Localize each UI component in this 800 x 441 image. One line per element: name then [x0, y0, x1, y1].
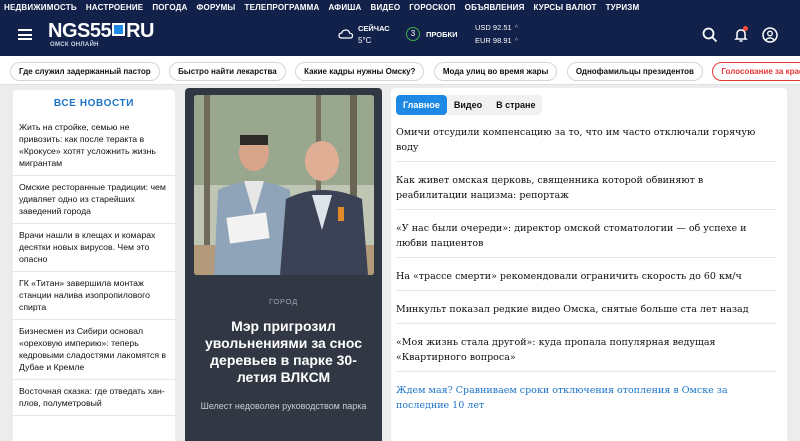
top-nav-item[interactable]: ПОГОДА [152, 3, 187, 12]
news-item[interactable]: Восточная сказка: где отведать хан-плов,… [13, 380, 175, 416]
tag-chip[interactable]: Какие кадры нужны Омску? [295, 62, 425, 81]
tag-chip-vote[interactable]: Голосование за красавиц Омска [712, 62, 800, 81]
currency-rates[interactable]: USD 92.51 ^ EUR 98.91 ^ [475, 22, 518, 48]
logo-text: NGS55 [48, 20, 112, 42]
featured-subtitle: Шелест недоволен руководством парка [200, 401, 367, 411]
top-nav-item[interactable]: ТУРИЗМ [606, 3, 640, 12]
top-nav-item[interactable]: ОБЪЯВЛЕНИЯ [465, 3, 525, 12]
featured-story[interactable]: ГОРОД Мэр пригрозил увольнениями за снос… [185, 88, 382, 441]
notification-badge [743, 26, 748, 31]
news-item[interactable]: Омские ресторанные традиции: чем удивляе… [13, 176, 175, 224]
weather-temp: 5°С [358, 36, 372, 45]
all-news-panel: ВСЕ НОВОСТИ Жить на стройке, семью не пр… [13, 90, 175, 441]
top-nav-item[interactable]: ГОРОСКОП [409, 3, 455, 12]
logo-square-icon [112, 23, 126, 36]
notifications-button[interactable] [733, 26, 749, 43]
tab-country[interactable]: В стране [489, 95, 543, 115]
top-nav-item[interactable]: КУРСЫ ВАЛЮТ [534, 3, 597, 12]
headline[interactable]: «Моя жизнь стала другой»: куда пропала п… [396, 324, 776, 372]
top-nav-item[interactable]: НАСТРОЕНИЕ [86, 3, 143, 12]
featured-photo [194, 95, 374, 275]
logo-subtitle: ОМСК ОНЛАЙН [50, 42, 99, 48]
cloud-icon [338, 29, 354, 39]
top-nav: НЕДВИЖИМОСТЬ НАСТРОЕНИЕ ПОГОДА ФОРУМЫ ТЕ… [0, 0, 800, 14]
arrow-up-icon: ^ [514, 25, 518, 32]
news-tabs: Главное Видео В стране [396, 95, 543, 115]
top-nav-item[interactable]: ВИДЕО [371, 3, 401, 12]
profile-icon[interactable] [762, 27, 778, 43]
search-icon[interactable] [702, 27, 718, 43]
traffic-label: ПРОБКИ [426, 30, 458, 39]
logo-domain: RU [126, 20, 154, 42]
news-item[interactable]: Жить на стройке, семью не привозить: как… [13, 116, 175, 176]
headline-link[interactable]: Ждем мая? Сравниваем сроки отключения от… [396, 372, 776, 412]
site-logo[interactable]: NGS55 RU [48, 20, 154, 43]
featured-title[interactable]: Мэр пригрозил увольнениями за снос дерев… [195, 318, 372, 386]
headline[interactable]: На «трассе смерти» рекомендовали огранич… [396, 258, 776, 291]
tab-video[interactable]: Видео [446, 95, 490, 115]
usd-rate: USD 92.51 ^ [475, 23, 518, 32]
news-item[interactable]: Бизнесмен из Сибири основал «ореховую им… [13, 320, 175, 380]
top-nav-item[interactable]: НЕДВИЖИМОСТЬ [4, 3, 77, 12]
all-news-title[interactable]: ВСЕ НОВОСТИ [13, 90, 175, 116]
tag-chip[interactable]: Однофамильцы президентов [566, 62, 703, 81]
arrow-up-icon: ^ [514, 38, 518, 45]
top-nav-item[interactable]: АФИША [329, 3, 362, 12]
featured-rubric: ГОРОД [268, 297, 299, 306]
top-nav-item[interactable]: ФОРУМЫ [197, 3, 236, 12]
top-nav-item[interactable]: ТЕЛЕПРОГРАММА [244, 3, 319, 12]
main-news-panel: Главное Видео В стране Омичи отсудили ко… [391, 88, 787, 441]
trending-tags: Где служил задержанный пастор Быстро най… [0, 56, 800, 85]
tag-chip[interactable]: Быстро найти лекарства [169, 62, 286, 81]
headline-list: Омичи отсудили компенсацию за то, что им… [396, 122, 776, 412]
tab-main[interactable]: Главное [396, 95, 447, 115]
tag-chip[interactable]: Мода улиц во время жары [433, 62, 558, 81]
headline[interactable]: «У нас были очереди»: директор омской ст… [396, 210, 776, 258]
menu-icon[interactable] [18, 29, 32, 40]
traffic-level: 3 [406, 27, 420, 41]
news-item[interactable]: Врачи нашли в клещах и комарах десятки н… [13, 224, 175, 272]
tag-chip[interactable]: Где служил задержанный пастор [10, 62, 160, 81]
eur-rate: EUR 98.91 ^ [475, 36, 518, 45]
weather-label: СЕЙЧАС [358, 24, 390, 33]
headline[interactable]: Как живет омская церковь, священника кот… [396, 162, 776, 210]
headline[interactable]: Омичи отсудили компенсацию за то, что им… [396, 122, 776, 162]
headline[interactable]: Минкульт показал редкие видео Омска, сня… [396, 291, 776, 324]
news-item[interactable]: ГК «Титан» завершила монтаж станции нали… [13, 272, 175, 320]
site-header: NGS55 RU ОМСК ОНЛАЙН СЕЙЧАС 5°С 3 ПРОБКИ … [0, 14, 800, 56]
